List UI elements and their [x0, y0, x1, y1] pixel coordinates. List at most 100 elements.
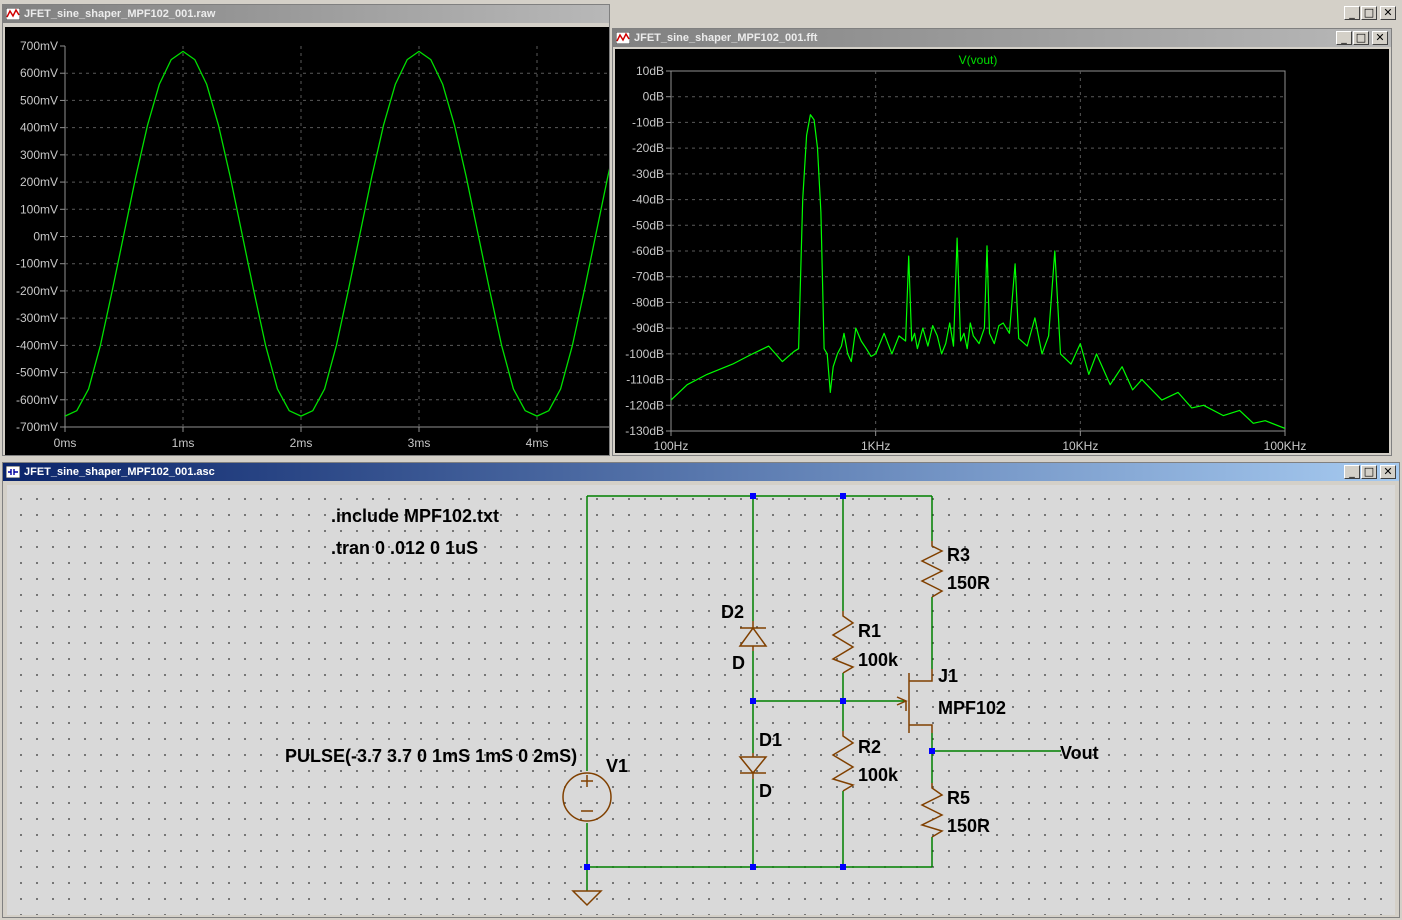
waveform-window[interactable]: JFET_sine_shaper_MPF102_001.raw 700mV 600… [2, 4, 666, 456]
diode-d2[interactable] [738, 621, 768, 651]
fft-y-tick-label: -90dB [632, 321, 664, 335]
waveform-x-tick-label: 3ms [408, 436, 431, 450]
fft-y-tick-label: 10dB [636, 64, 664, 78]
waveform-titlebar[interactable]: JFET_sine_shaper_MPF102_001.raw [3, 5, 609, 23]
v1-ref: V1 [606, 756, 628, 776]
v1-value: PULSE(-3.7 3.7 0 1mS 1mS 0 2mS) [285, 746, 577, 766]
waveform-x-tick-label: 2ms [290, 436, 313, 450]
d2-ref: D2 [721, 602, 744, 622]
fft-y-tick-label: -130dB [625, 424, 664, 438]
fft-y-tick-label: -20dB [632, 141, 664, 155]
schematic-app-icon [6, 466, 20, 478]
waveform-close-button[interactable]: ✕ [1380, 6, 1396, 20]
fft-plot-panel[interactable]: V(vout) 10dB 0dB -10dB -20dB -30dB -40dB -50dB -… [615, 49, 1389, 453]
waveform-window-controls: _ □ ✕ [1344, 6, 1396, 20]
waveform-y-tick-label: -100mV [16, 257, 58, 271]
d1-ref: D1 [759, 730, 782, 750]
r3-ref: R3 [947, 545, 970, 565]
fft-y-tick-label: -100dB [625, 347, 664, 361]
schematic-canvas[interactable]: .include MPF102.txt .tran 0 .012 0 1uS R… [7, 485, 1395, 915]
waveform-x-tick-label: 0ms [54, 436, 77, 450]
waveform-y-tick-label: 400mV [20, 121, 58, 135]
fft-y-tick-label: -40dB [632, 193, 664, 207]
waveform-y-tick-label: -400mV [16, 338, 58, 352]
fft-window[interactable]: JFET_sine_shaper_MPF102_001.fft _ □ ✕ V(… [612, 28, 1392, 456]
waveform-y-tick-label: -300mV [16, 311, 58, 325]
fft-y-tick-label: -80dB [632, 295, 664, 309]
schematic-close-button[interactable]: ✕ [1380, 465, 1396, 479]
fft-y-tick-label: -120dB [625, 398, 664, 412]
fft-y-tick-label: -70dB [632, 270, 664, 284]
fft-restore-button[interactable]: □ [1353, 31, 1369, 45]
waveform-y-tick-label: 600mV [20, 66, 58, 80]
fft-chart[interactable]: V(vout) 10dB 0dB -10dB -20dB -30dB -40dB -50dB -… [615, 49, 1389, 453]
waveform-plot-panel[interactable]: 700mV 600mV 500mV 400mV 300mV 200mV 100mV 0mV -1… [5, 27, 666, 455]
fft-y-tick-label: -30dB [632, 167, 664, 181]
net-label-vout[interactable]: Vout [1060, 743, 1099, 763]
waveform-chart[interactable]: 700mV 600mV 500mV 400mV 300mV 200mV 100mV 0mV -1… [5, 27, 666, 455]
r2-value: 100k [858, 765, 899, 785]
fft-app-icon [616, 32, 630, 44]
waveform-window-title: JFET_sine_shaper_MPF102_001.raw [24, 8, 216, 20]
waveform-app-icon [6, 8, 20, 20]
directive-tran[interactable]: .tran 0 .012 0 1uS [331, 538, 478, 558]
d1-value: D [759, 781, 772, 801]
voltage-source-v1[interactable] [562, 772, 612, 822]
fft-x-tick-label: 10KHz [1062, 439, 1098, 453]
fft-y-tick-label: -50dB [632, 218, 664, 232]
fft-close-button[interactable]: ✕ [1372, 31, 1388, 45]
directive-include[interactable]: .include MPF102.txt [331, 506, 499, 526]
waveform-y-tick-label: -200mV [16, 284, 58, 298]
waveform-x-tick-label: 4ms [526, 436, 549, 450]
waveform-y-tick-label: -700mV [16, 420, 58, 434]
fft-trace-title[interactable]: V(vout) [959, 53, 998, 67]
schematic-window-controls: _ □ ✕ [1344, 465, 1396, 479]
fft-y-tick-label: -110dB [626, 373, 664, 387]
schematic-restore-button[interactable]: □ [1361, 465, 1377, 479]
r1-ref: R1 [858, 621, 881, 641]
waveform-y-tick-label: -500mV [16, 366, 58, 380]
r5-value: 150R [947, 816, 990, 836]
fft-y-tick-label: -10dB [632, 115, 664, 129]
waveform-y-tick-label: 100mV [20, 202, 58, 216]
fft-titlebar[interactable]: JFET_sine_shaper_MPF102_001.fft _ □ ✕ [613, 29, 1391, 47]
fft-series-line [671, 114, 1285, 429]
waveform-y-tick-label: 200mV [20, 175, 58, 189]
waveform-y-tick-label: 300mV [20, 148, 58, 162]
waveform-y-tick-label: 700mV [20, 39, 58, 53]
schematic-window[interactable]: JFET_sine_shaper_MPF102_001.asc _ □ ✕ .i… [2, 462, 1400, 918]
j1-value: MPF102 [938, 698, 1006, 718]
fft-x-tick-label: 100KHz [1264, 439, 1307, 453]
waveform-y-tick-label: 0mV [33, 230, 58, 244]
waveform-minimize-button[interactable]: _ [1344, 6, 1360, 20]
fft-window-title: JFET_sine_shaper_MPF102_001.fft [634, 32, 818, 44]
schematic-minimize-button[interactable]: _ [1344, 465, 1360, 479]
resistor-r5[interactable] [919, 783, 944, 838]
waveform-x-tick-label: 1ms [172, 436, 195, 450]
waveform-y-tick-label: 500mV [20, 93, 58, 107]
fft-window-controls: _ □ ✕ [1336, 31, 1388, 45]
r3-value: 150R [947, 573, 990, 593]
r2-ref: R2 [858, 737, 881, 757]
diode-d1[interactable] [738, 753, 768, 779]
fft-x-tick-label: 100Hz [654, 439, 689, 453]
waveform-y-tick-label: -600mV [16, 393, 58, 407]
schematic-window-title: JFET_sine_shaper_MPF102_001.asc [24, 466, 215, 478]
fft-y-tick-label: -60dB [632, 244, 664, 258]
resistor-r3[interactable] [920, 541, 944, 598]
resistor-r2[interactable] [831, 731, 855, 792]
ground-icon [571, 890, 603, 907]
r5-ref: R5 [947, 788, 970, 808]
waveform-restore-button[interactable]: □ [1361, 6, 1377, 20]
resistor-r1[interactable] [831, 611, 855, 674]
fft-x-tick-label: 1KHz [861, 439, 890, 453]
fft-minimize-button[interactable]: _ [1336, 31, 1352, 45]
schematic-drawing[interactable]: .include MPF102.txt .tran 0 .012 0 1uS R… [7, 485, 1395, 915]
junctions [584, 493, 935, 870]
fft-y-tick-label: 0dB [643, 90, 664, 104]
waveform-series-line [65, 50, 609, 417]
r1-value: 100k [858, 650, 899, 670]
d2-value: D [732, 653, 745, 673]
j1-ref: J1 [938, 666, 958, 686]
schematic-titlebar[interactable]: JFET_sine_shaper_MPF102_001.asc _ □ ✕ [3, 463, 1399, 481]
